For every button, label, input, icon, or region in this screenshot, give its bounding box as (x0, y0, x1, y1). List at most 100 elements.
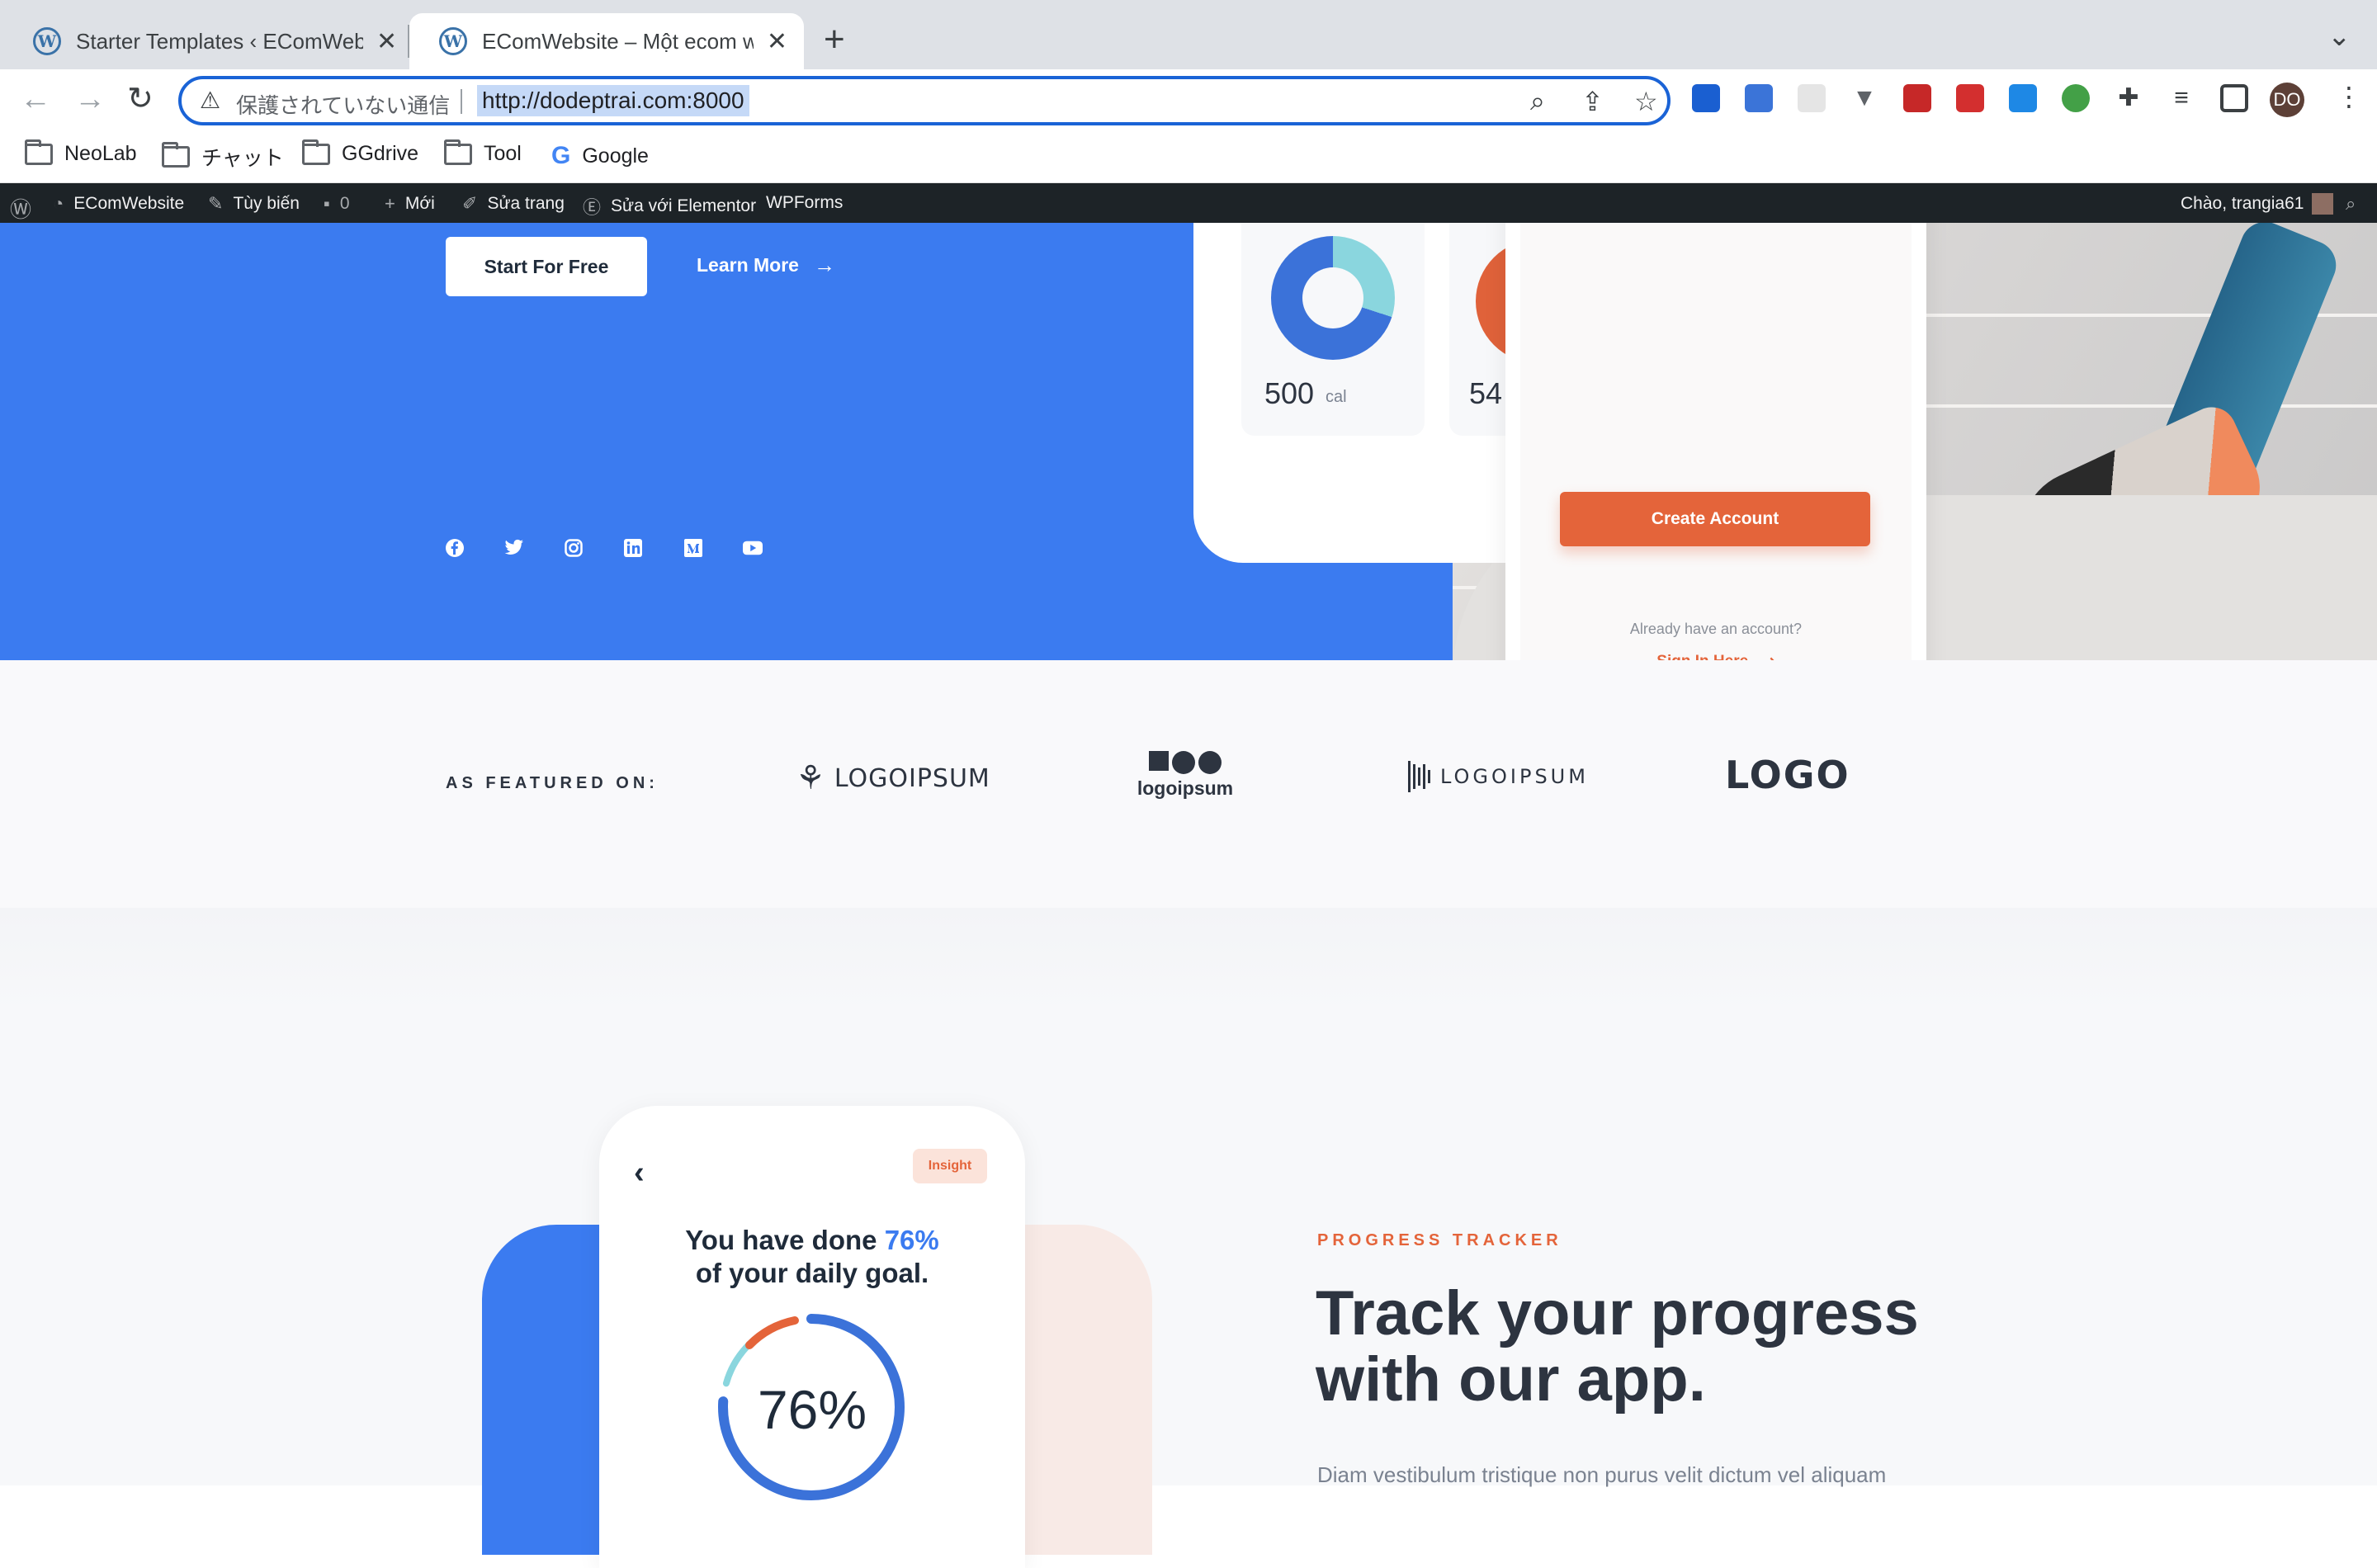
reading-list-icon[interactable]: ≡ (2167, 84, 2195, 112)
url-separator (461, 89, 462, 114)
logo-wordmark: LOGO (1725, 753, 1850, 797)
browser-menu-icon[interactable]: ⋮ (2336, 81, 2362, 112)
side-panel-icon[interactable] (2220, 84, 2248, 112)
second-stat-value: 54 (1469, 376, 1503, 410)
admin-site-name[interactable]: ◔ EComWebsite (53, 193, 184, 215)
sound-bars-icon (1408, 761, 1430, 792)
bookmark-label: Tool (484, 142, 522, 165)
bookmark-google[interactable]: G Google (551, 142, 649, 170)
learn-more-label: Learn More (697, 254, 799, 276)
extension-bitwarden-icon[interactable] (1692, 84, 1720, 112)
learn-more-link[interactable]: Learn More → (697, 253, 835, 278)
extensions-puzzle-icon[interactable]: ✚ (2115, 84, 2143, 112)
linkedin-icon[interactable] (623, 538, 643, 558)
goal-prefix: You have done (685, 1225, 885, 1255)
featured-label: AS FEATURED ON: (446, 774, 659, 792)
bookmark-label: NeoLab (64, 142, 137, 165)
progress-headline: Track your progress with our app. (1316, 1278, 1919, 1415)
url-text[interactable]: http://dodeptrai.com:8000 (477, 85, 749, 116)
arrow-right-icon: ⟶ (1752, 653, 1774, 660)
forward-arrow-icon[interactable]: → (74, 83, 106, 116)
youtube-icon[interactable] (743, 538, 763, 558)
bookmark-star-icon[interactable]: ☆ (1634, 86, 1658, 117)
site-name-label: EComWebsite (73, 194, 185, 213)
progress-ring-value: 76% (757, 1379, 867, 1440)
bookmarks-bar: NeoLab チャット GGdrive Tool G Google (0, 130, 2377, 183)
twitter-icon[interactable] (504, 538, 524, 558)
extension-vue-icon[interactable]: ▼ (1850, 84, 1878, 112)
wheat-icon: ⚘ (796, 759, 826, 797)
logoipsum-wheat-logo: ⚘ LOGOIPSUM (796, 759, 990, 797)
hero-section: Start For Free Learn More → 500 cal 54 Cr… (0, 223, 2377, 660)
close-tab-icon[interactable]: ✕ (376, 27, 397, 56)
zoom-icon[interactable]: ⌕ (1530, 86, 1545, 117)
logoipsum-bars-logo: LOGOIPSUM (1408, 761, 1589, 792)
extension-play-icon[interactable] (1956, 84, 1984, 112)
bookmark-tool[interactable]: Tool (444, 139, 522, 166)
back-arrow-icon[interactable]: ← (20, 83, 51, 116)
extension-card-icon[interactable] (1745, 84, 1773, 112)
greeting-label: Chào, trangia61 (2181, 194, 2304, 213)
insight-badge[interactable]: Insight (913, 1149, 987, 1183)
admin-edit-page[interactable]: ✐ Sửa trang (462, 193, 565, 215)
wp-admin-bar: Ⓦ ◔ EComWebsite ✎ Tùy biến ▪ 0 + Mới ✐ Sửa tr… (0, 183, 2377, 223)
medium-icon[interactable] (683, 538, 703, 558)
logoipsum-shapes-logo: logoipsum (1127, 751, 1243, 800)
arrow-right-icon: → (813, 253, 835, 277)
goal-line-1: You have done 76% (599, 1225, 1025, 1256)
comment-icon: ▪ (324, 193, 330, 214)
extension-snip-icon[interactable] (2009, 84, 2037, 112)
instagram-icon[interactable] (564, 538, 584, 558)
admin-customize[interactable]: ✎ Tùy biến (208, 193, 300, 215)
close-tab-icon[interactable]: ✕ (767, 27, 787, 56)
dashboard-icon: ◔ (53, 193, 64, 214)
calorie-value: 500 (1264, 376, 1315, 410)
reload-icon[interactable]: ↻ (127, 83, 154, 116)
progress-body-text: Diam vestibulum tristique non purus veli… (1317, 1462, 1887, 1487)
create-account-button[interactable]: Create Account (1560, 492, 1870, 546)
bookmark-neolab[interactable]: NeoLab (25, 139, 137, 166)
comments-count: 0 (339, 194, 350, 213)
admin-new[interactable]: + Mới (385, 193, 435, 215)
google-icon: G (551, 142, 571, 169)
logo-text: LOGOIPSUM (1440, 765, 1589, 788)
wp-logo-menu[interactable]: Ⓦ (10, 193, 41, 224)
address-bar[interactable]: ⚠ 保護されていない通信 http://dodeptrai.com:8000 ⌕… (178, 76, 1671, 125)
bookmark-chat[interactable]: チャット (162, 142, 284, 172)
start-for-free-button[interactable]: Start For Free (446, 237, 647, 296)
new-label: Mới (404, 194, 435, 213)
profile-avatar[interactable]: DO (2270, 83, 2304, 117)
new-tab-button[interactable]: + (824, 21, 845, 58)
tab-search-chevron-icon[interactable]: ⌄ (2327, 20, 2351, 53)
back-chevron-icon[interactable]: ‹ (634, 1155, 645, 1191)
tab-starter-templates[interactable]: W Starter Templates ‹ EComWebsite ✕ (3, 13, 413, 69)
extension-forward-icon[interactable] (1903, 84, 1931, 112)
customize-label: Tùy biến (233, 194, 300, 213)
share-icon[interactable]: ⇪ (1581, 86, 1604, 117)
goal-line-2: of your daily goal. (695, 1258, 929, 1288)
admin-comments[interactable]: ▪ 0 (324, 193, 350, 215)
extension-grid-icon[interactable] (1798, 84, 1826, 112)
plus-icon: + (385, 193, 395, 214)
progress-ring-accent (745, 1316, 799, 1349)
calorie-unit: cal (1326, 388, 1347, 406)
admin-wpforms[interactable]: WPForms (766, 193, 843, 213)
calorie-card: 500 cal (1241, 223, 1425, 436)
search-icon: ⌕ (2346, 193, 2356, 214)
already-account-text: Already have an account? (1629, 621, 1803, 637)
admin-edit-elementor[interactable]: Ⓔ Sửa với Elementor (583, 193, 756, 220)
folder-icon (444, 139, 472, 165)
tab-ecomwebsite[interactable]: W EComWebsite – Một ecom website ✕ (409, 13, 804, 69)
sign-in-link[interactable]: Sign In Here ⟶ (1505, 652, 1926, 660)
folder-icon (302, 139, 330, 165)
bookmark-ggdrive[interactable]: GGdrive (302, 139, 418, 166)
logo-text: LOGOIPSUM (834, 763, 990, 793)
edit-page-label: Sửa trang (487, 194, 565, 213)
extension-green-dot-icon[interactable] (2062, 84, 2090, 112)
security-label[interactable]: 保護されていない通信 (236, 89, 450, 120)
signup-screen (1520, 223, 1912, 660)
admin-account[interactable]: Chào, trangia61 (2181, 193, 2334, 215)
facebook-icon[interactable] (445, 538, 465, 558)
not-secure-warning-icon[interactable]: ⚠ (200, 87, 220, 114)
admin-search-icon[interactable]: ⌕ (2346, 193, 2356, 215)
